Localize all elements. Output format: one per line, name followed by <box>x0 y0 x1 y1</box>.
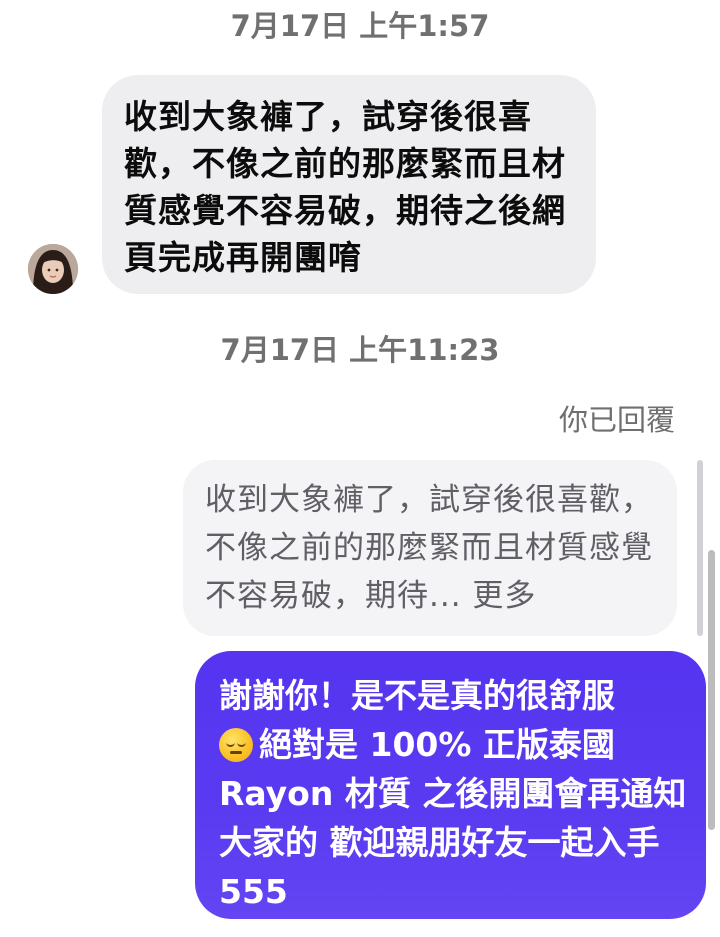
outgoing-message-text: 謝謝你！是不是真的很舒服 <box>219 676 615 715</box>
quoted-message-bubble[interactable]: 收到大象褲了，試穿後很喜歡，不像之前的那麼緊而且材質感覺不容易破，期待... 更… <box>183 460 677 636</box>
timestamp: 7月17日 上午11:23 <box>220 333 500 367</box>
timestamp: 7月17日 上午1:57 <box>230 9 490 43</box>
incoming-message-bubble[interactable]: 收到大象褲了，試穿後很喜歡，不像之前的那麼緊而且材質感覺不容易破，期待之後網頁完… <box>102 75 596 294</box>
outgoing-message-bubble[interactable]: 謝謝你！是不是真的很舒服 絕對是 100% 正版泰國 Rayon 材質 之後開團… <box>195 651 706 919</box>
reply-label: 你已回覆 <box>558 403 675 437</box>
see-more-link[interactable]: ... 更多 <box>429 578 536 614</box>
scrollbar[interactable] <box>708 550 715 830</box>
user-avatar-icon <box>28 244 78 294</box>
quote-indicator-bar <box>697 460 703 636</box>
avatar[interactable] <box>28 244 78 294</box>
relieved-face-emoji-icon <box>219 728 253 762</box>
outgoing-message-text-continued: 絕對是 100% 正版泰國 Rayon 材質 之後開團會再通知大家的 歡迎親朋好… <box>219 725 687 911</box>
incoming-message-text: 收到大象褲了，試穿後很喜歡，不像之前的那麼緊而且材質感覺不容易破，期待之後網頁完… <box>124 97 566 277</box>
